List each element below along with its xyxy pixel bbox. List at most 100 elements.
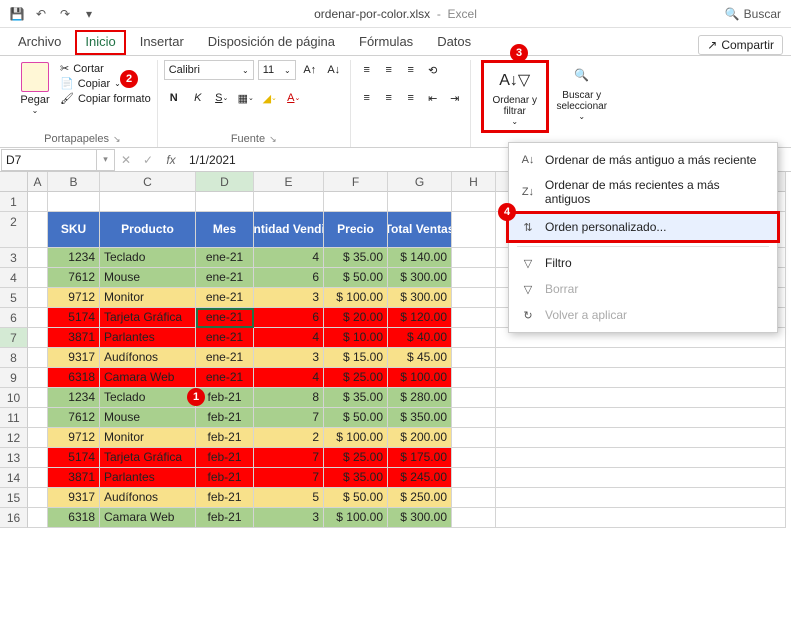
menu-sort-desc[interactable]: Z↓ Ordenar de más recientes a más antigu… (509, 173, 777, 211)
cell[interactable]: $ 100.00 (324, 288, 388, 308)
col-header-H[interactable]: H (452, 172, 496, 192)
cell[interactable]: 2 (254, 428, 324, 448)
row-header-13[interactable]: 13 (0, 448, 28, 468)
row-header-4[interactable]: 4 (0, 268, 28, 288)
col-header-C[interactable]: C (100, 172, 196, 192)
cell[interactable]: 5 (254, 488, 324, 508)
cell[interactable]: $ 300.00 (388, 268, 452, 288)
cell[interactable] (100, 192, 196, 212)
cell[interactable]: ene-21 (196, 368, 254, 388)
cell[interactable]: 8 (254, 388, 324, 408)
cell[interactable]: $ 140.00 (388, 248, 452, 268)
cell[interactable]: $ 35.00 (324, 248, 388, 268)
cell[interactable] (452, 348, 496, 368)
cell[interactable] (28, 268, 48, 288)
menu-sort-asc[interactable]: A↓ Ordenar de más antiguo a más reciente (509, 147, 777, 173)
cell[interactable]: 4 (254, 368, 324, 388)
header-cell[interactable]: Mes (196, 212, 254, 248)
cell[interactable]: feb-21 (196, 488, 254, 508)
cell[interactable]: Camara Web (100, 508, 196, 528)
cell[interactable]: $ 10.00 (324, 328, 388, 348)
select-all-corner[interactable] (0, 172, 28, 192)
align-center-icon[interactable]: ≡ (379, 88, 399, 108)
qat-more-icon[interactable]: ▾ (80, 5, 98, 23)
cell[interactable] (254, 192, 324, 212)
cell[interactable]: 3871 (48, 328, 100, 348)
cell[interactable] (28, 192, 48, 212)
cell[interactable]: $ 15.00 (324, 348, 388, 368)
cell[interactable]: 6318 (48, 368, 100, 388)
cell[interactable] (452, 488, 496, 508)
cell[interactable]: 3 (254, 508, 324, 528)
cell[interactable]: 6 (254, 308, 324, 328)
cell[interactable]: 7 (254, 468, 324, 488)
increase-indent-icon[interactable]: ⇥ (445, 88, 465, 108)
cell[interactable] (452, 428, 496, 448)
cell[interactable]: $ 35.00 (324, 468, 388, 488)
cell[interactable]: Camara Web (100, 368, 196, 388)
name-box[interactable]: D7 (1, 149, 97, 171)
cell[interactable]: Tarjeta Gráfica (100, 308, 196, 328)
cell[interactable]: Audífonos (100, 488, 196, 508)
cell[interactable] (324, 192, 388, 212)
menu-custom-sort[interactable]: ⇅ Orden personalizado... (509, 214, 777, 240)
cell[interactable]: $ 100.00 (324, 428, 388, 448)
cell[interactable]: $ 350.00 (388, 408, 452, 428)
cell[interactable] (452, 288, 496, 308)
border-button[interactable]: ▦⌄ (236, 88, 256, 108)
font-color-button[interactable]: A⌄ (284, 88, 304, 108)
cell[interactable]: 6 (254, 268, 324, 288)
cell[interactable] (452, 248, 496, 268)
row-header-6[interactable]: 6 (0, 308, 28, 328)
tab-disposicion[interactable]: Disposición de página (198, 30, 345, 55)
redo-icon[interactable]: ↷ (56, 5, 74, 23)
italic-button[interactable]: K (188, 88, 208, 108)
cell[interactable] (496, 508, 786, 528)
cell[interactable]: $ 50.00 (324, 268, 388, 288)
cell[interactable]: $ 50.00 (324, 488, 388, 508)
cell[interactable]: $ 100.00 (324, 508, 388, 528)
increase-font-icon[interactable]: A↑ (300, 60, 320, 80)
cell[interactable] (452, 508, 496, 528)
tab-formulas[interactable]: Fórmulas (349, 30, 423, 55)
cell[interactable]: 1234 (48, 388, 100, 408)
align-left-icon[interactable]: ≡ (357, 88, 377, 108)
cell[interactable] (28, 388, 48, 408)
bold-button[interactable]: N (164, 88, 184, 108)
cell[interactable] (28, 408, 48, 428)
decrease-indent-icon[interactable]: ⇤ (423, 88, 443, 108)
decrease-font-icon[interactable]: A↓ (324, 60, 344, 80)
cell[interactable] (452, 328, 496, 348)
cell[interactable] (28, 448, 48, 468)
cell[interactable]: feb-21 (196, 468, 254, 488)
cell[interactable] (452, 308, 496, 328)
search-box[interactable]: 🔍 Buscar (725, 7, 781, 21)
cell[interactable]: 9317 (48, 488, 100, 508)
row-header-7[interactable]: 7 (0, 328, 28, 348)
cell[interactable] (496, 408, 786, 428)
cell[interactable]: Parlantes (100, 328, 196, 348)
cell[interactable] (28, 468, 48, 488)
header-cell[interactable]: SKU (48, 212, 100, 248)
launcher-icon[interactable]: ↘ (113, 134, 121, 145)
cell[interactable]: feb-21 (196, 408, 254, 428)
find-select-button[interactable]: 🔍 Buscar y seleccionar ⌄ (553, 60, 611, 123)
align-bottom-icon[interactable]: ≡ (401, 60, 421, 80)
cell[interactable]: 3 (254, 348, 324, 368)
row-header-16[interactable]: 16 (0, 508, 28, 528)
undo-icon[interactable]: ↶ (32, 5, 50, 23)
row-header-10[interactable]: 10 (0, 388, 28, 408)
cell[interactable]: Mouse (100, 268, 196, 288)
header-cell[interactable]: Total Ventas (388, 212, 452, 248)
cell[interactable]: ene-21 (196, 328, 254, 348)
cell[interactable] (496, 448, 786, 468)
cell[interactable] (28, 428, 48, 448)
align-middle-icon[interactable]: ≡ (379, 60, 399, 80)
cell[interactable]: 7612 (48, 408, 100, 428)
col-header-E[interactable]: E (254, 172, 324, 192)
cell[interactable]: $ 250.00 (388, 488, 452, 508)
cut-button[interactable]: ✂Cortar (60, 62, 151, 75)
fill-color-button[interactable]: ◢⌄ (260, 88, 280, 108)
cell[interactable]: $ 20.00 (324, 308, 388, 328)
menu-filter[interactable]: ▽ Filtro (509, 250, 777, 276)
